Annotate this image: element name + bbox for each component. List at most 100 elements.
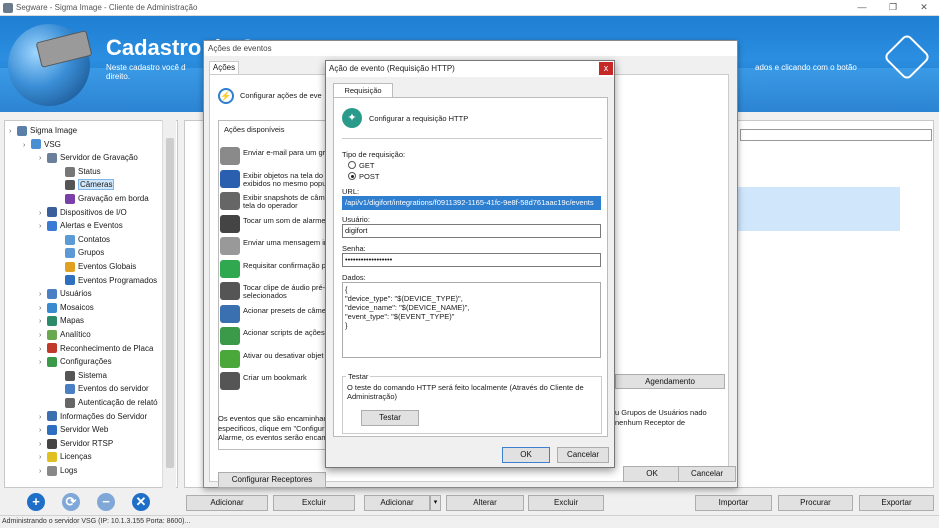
tree-item-mapas[interactable]: › Mapas [39, 314, 84, 327]
tree-item-gravacao-em-borda[interactable]: Gravação em borda [57, 192, 149, 205]
expander-icon[interactable]: › [39, 220, 47, 233]
username-input[interactable]: digifort [342, 224, 601, 238]
available-action-item[interactable]: Enviar e-mail para um gru [243, 149, 331, 166]
available-action-item[interactable]: Acionar scripts de ações [243, 329, 331, 346]
tab-http-request[interactable]: Requisição HTTP [333, 83, 393, 108]
actions-cancel-button[interactable]: Cancelar [678, 466, 736, 482]
tree-item-label: Status [78, 166, 101, 176]
available-action-item[interactable]: Exibir objetos na tela do exibidos no me… [243, 172, 331, 189]
export-button[interactable]: Exportar [859, 495, 934, 511]
expander-icon[interactable]: › [39, 288, 47, 301]
tree-scroll-thumb[interactable] [166, 138, 174, 468]
expander-icon[interactable]: › [39, 152, 47, 165]
tree-item-contatos[interactable]: Contatos [57, 233, 110, 246]
minimize-button[interactable]: — [855, 1, 869, 14]
expander-icon[interactable]: › [39, 302, 47, 315]
navigation-tree[interactable]: › Sigma Image › VSG › Servidor de Gravação Sta… [4, 120, 178, 488]
data-textarea[interactable]: { "device_type": "$(DEVICE_TYPE)", "devi… [342, 282, 601, 358]
tree-item-usuarios[interactable]: › Usuários [39, 287, 92, 300]
tree-item-analitico[interactable]: › Analítico [39, 328, 91, 341]
close-dialog-button[interactable]: x [599, 62, 613, 75]
tree-item-licencas[interactable]: › Licenças [39, 450, 92, 463]
expander-icon[interactable]: › [9, 125, 17, 138]
tree-item-autenticacao-de-relato[interactable]: Autenticação de relató [57, 396, 158, 409]
tree-item-grupos[interactable]: Grupos [57, 246, 104, 259]
available-action-item[interactable]: Exibir snapshots de câme tela do operado… [243, 194, 331, 211]
available-action-item[interactable]: Acionar presets de câmer [243, 307, 331, 324]
actions-ok-button[interactable]: OK [623, 466, 681, 482]
available-action-item[interactable]: Requisitar confirmação p [243, 262, 331, 279]
available-action-item[interactable]: Tocar clipe de áudio pré- selecionados [243, 284, 331, 301]
tree-item-sistema[interactable]: Sistema [57, 369, 107, 382]
tree-item-eventos-programados[interactable]: Eventos Programados [57, 274, 157, 287]
action-icon [220, 304, 240, 323]
expander-icon[interactable]: › [39, 411, 47, 424]
post-radio-dot [350, 174, 354, 178]
configure-receivers-button[interactable]: Configurar Receptores [218, 472, 326, 488]
dropdown-arrow-icon[interactable]: ▾ [430, 495, 441, 511]
expander-icon[interactable]: › [39, 329, 47, 342]
add-circle-icon[interactable]: + [27, 493, 45, 511]
delete-button[interactable]: Excluir [273, 495, 355, 511]
tree-item-servidor-rtsp[interactable]: › Servidor RTSP [39, 437, 113, 450]
tree-item-reconhecimento-de-placa[interactable]: › Reconhecimento de Placa [39, 342, 153, 355]
tree-item-servidor-de-gravacao[interactable]: › Servidor de Gravação [39, 151, 138, 164]
expander-icon[interactable]: › [39, 315, 47, 328]
tree-item-status[interactable]: Status [57, 165, 101, 178]
tree-item-informacoes-do-servidor[interactable]: › Informações do Servidor [39, 410, 147, 423]
tree-scrollbar[interactable] [162, 120, 176, 488]
expander-icon[interactable]: › [23, 139, 31, 152]
available-action-item[interactable]: Ativar ou desativar objet [243, 352, 331, 369]
add-dropdown-button[interactable]: Adicionar [364, 495, 430, 511]
tree-item-mosaicos[interactable]: › Mosaicos [39, 301, 94, 314]
maximize-button[interactable]: ❐ [886, 1, 900, 14]
schedule-button[interactable]: Agendamento [615, 374, 725, 389]
tree-item-servidor-web[interactable]: › Servidor Web [39, 423, 108, 436]
available-action-item[interactable]: Criar um bookmark [243, 374, 331, 391]
tree-item-sigma-image[interactable]: › Sigma Image [9, 124, 77, 137]
delete-action-button[interactable]: Excluir [528, 495, 604, 511]
search-field[interactable] [740, 129, 932, 141]
test-group-label: Testar [346, 372, 371, 381]
tree-item-alertas-e-eventos[interactable]: › Alertas e Eventos [39, 219, 123, 232]
add-button[interactable]: Adicionar [186, 495, 268, 511]
delete-circle-icon[interactable]: ✕ [132, 493, 150, 511]
expander-icon[interactable]: › [39, 356, 47, 369]
post-radio[interactable] [348, 172, 356, 180]
expander-icon[interactable]: › [39, 438, 47, 451]
get-radio[interactable] [348, 161, 356, 169]
tree-node-icon [65, 261, 75, 272]
username-label: Usuário: [342, 215, 370, 224]
tree-item-vsg[interactable]: › VSG [23, 138, 61, 151]
tree-item-label: Servidor Web [60, 425, 109, 435]
tree-item-label: Grupos [78, 248, 105, 258]
tree-node-icon [65, 370, 75, 381]
http-cancel-button[interactable]: Cancelar [557, 447, 609, 463]
available-action-item[interactable]: Enviar uma mensagem in [243, 239, 331, 256]
tree-item-cameras[interactable]: Câmeras [57, 178, 115, 191]
expander-icon[interactable]: › [39, 465, 47, 478]
password-input[interactable]: •••••••••••••••••• [342, 253, 601, 267]
url-input[interactable]: /api/v1/digifort/integrations/f0911392-1… [342, 196, 601, 210]
close-window-button[interactable]: ✕ [917, 1, 931, 14]
import-button[interactable]: Importar [695, 495, 772, 511]
tree-item-eventos-do-servidor[interactable]: Eventos do servidor [57, 382, 149, 395]
expander-icon[interactable]: › [39, 424, 47, 437]
test-button[interactable]: Testar [361, 410, 419, 426]
expander-icon[interactable]: › [39, 343, 47, 356]
expander-icon[interactable]: › [39, 451, 47, 464]
http-ok-button[interactable]: OK [502, 447, 550, 463]
tree-item-label: Contatos [78, 234, 111, 244]
tree-item-eventos-globais[interactable]: Eventos Globais [57, 260, 136, 273]
tree-item-dispositivos-de-i-o[interactable]: › Dispositivos de I/O [39, 206, 127, 219]
tab-acoes[interactable]: Ações [209, 61, 239, 74]
available-action-item[interactable]: Tocar um som de alarme [243, 217, 331, 234]
tree-item-logs[interactable]: › Logs [39, 464, 77, 477]
edit-button[interactable]: Alterar [446, 495, 524, 511]
search-button[interactable]: Procurar [778, 495, 853, 511]
tree-node-icon [47, 289, 57, 300]
tree-item-configuracoes[interactable]: › Configurações [39, 355, 112, 368]
expander-icon[interactable]: › [39, 207, 47, 220]
remove-circle-icon[interactable]: − [97, 493, 115, 511]
refresh-circle-icon[interactable]: ⟳ [62, 493, 80, 511]
